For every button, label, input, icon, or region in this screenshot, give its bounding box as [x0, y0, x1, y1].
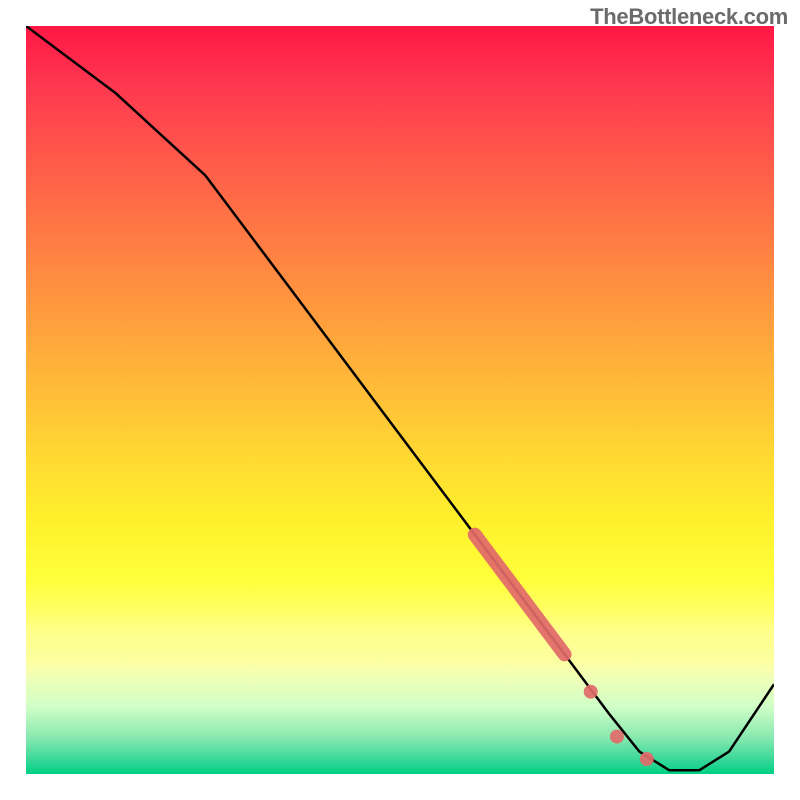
- chart-overlay: [26, 26, 774, 774]
- chart-container: TheBottleneck.com: [0, 0, 800, 800]
- curve-line: [26, 26, 774, 770]
- curve-markers: [475, 535, 654, 766]
